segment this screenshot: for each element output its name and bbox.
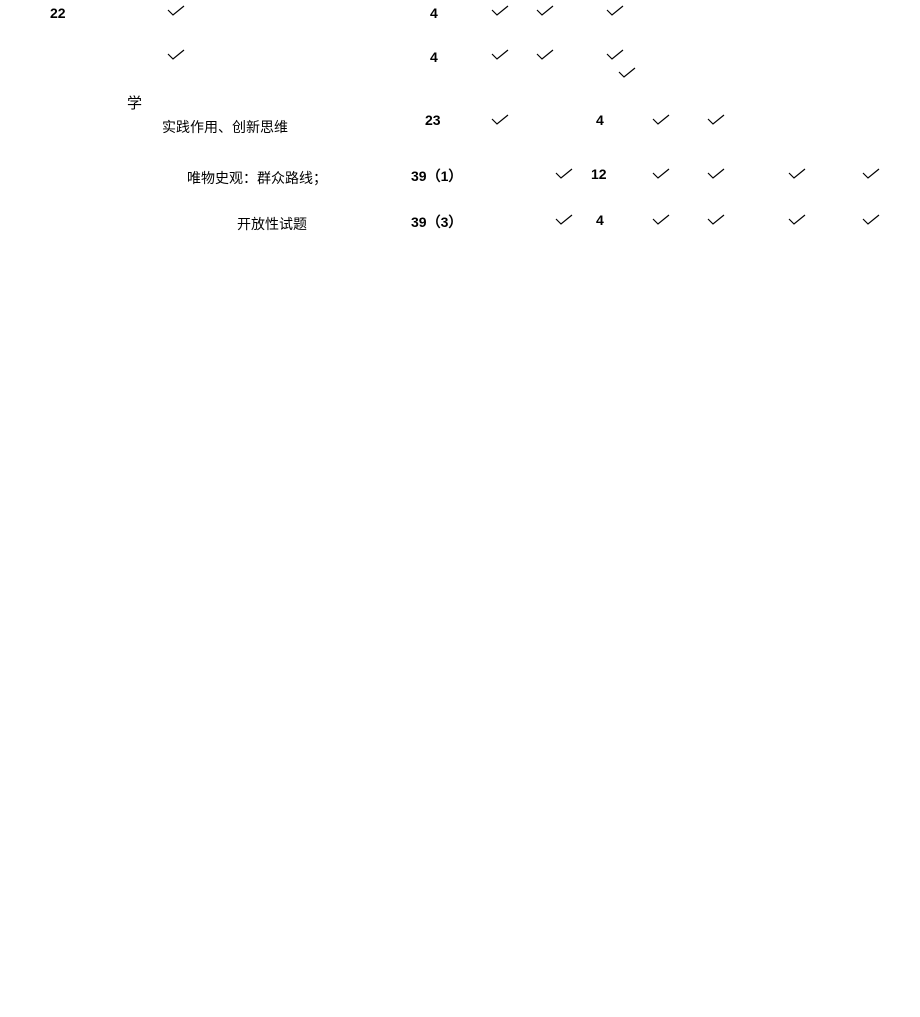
check-icon bbox=[618, 67, 636, 79]
check-icon bbox=[606, 5, 624, 17]
row3-num: 39（1） bbox=[411, 166, 462, 186]
check-icon bbox=[606, 49, 624, 61]
row4-topic: 开放性试题 bbox=[237, 214, 307, 234]
check-icon bbox=[707, 114, 725, 126]
row0-col0: 22 bbox=[50, 5, 66, 21]
check-icon bbox=[707, 168, 725, 180]
check-icon bbox=[491, 49, 509, 61]
check-icon bbox=[536, 5, 554, 17]
check-icon bbox=[862, 168, 880, 180]
check-icon bbox=[167, 49, 185, 61]
check-icon bbox=[707, 214, 725, 226]
check-icon bbox=[555, 168, 573, 180]
check-icon bbox=[862, 214, 880, 226]
check-icon bbox=[491, 5, 509, 17]
check-icon bbox=[536, 49, 554, 61]
check-icon bbox=[788, 214, 806, 226]
row2-num: 23 bbox=[425, 112, 441, 128]
row4-num: 39（3） bbox=[411, 212, 462, 232]
check-icon bbox=[652, 168, 670, 180]
row0-col2: 4 bbox=[430, 5, 438, 21]
side-label: 学 bbox=[127, 92, 142, 113]
row2-val: 4 bbox=[596, 112, 604, 128]
row2-topic: 实践作用、创新思维 bbox=[162, 117, 288, 137]
check-icon bbox=[652, 114, 670, 126]
row4-val: 4 bbox=[596, 212, 604, 228]
check-icon bbox=[167, 5, 185, 17]
check-icon bbox=[491, 114, 509, 126]
check-icon bbox=[652, 214, 670, 226]
row3-val: 12 bbox=[591, 166, 607, 182]
row1-col2: 4 bbox=[430, 49, 438, 65]
row3-topic: 唯物史观：群众路线； bbox=[187, 168, 327, 188]
check-icon bbox=[788, 168, 806, 180]
check-icon bbox=[555, 214, 573, 226]
